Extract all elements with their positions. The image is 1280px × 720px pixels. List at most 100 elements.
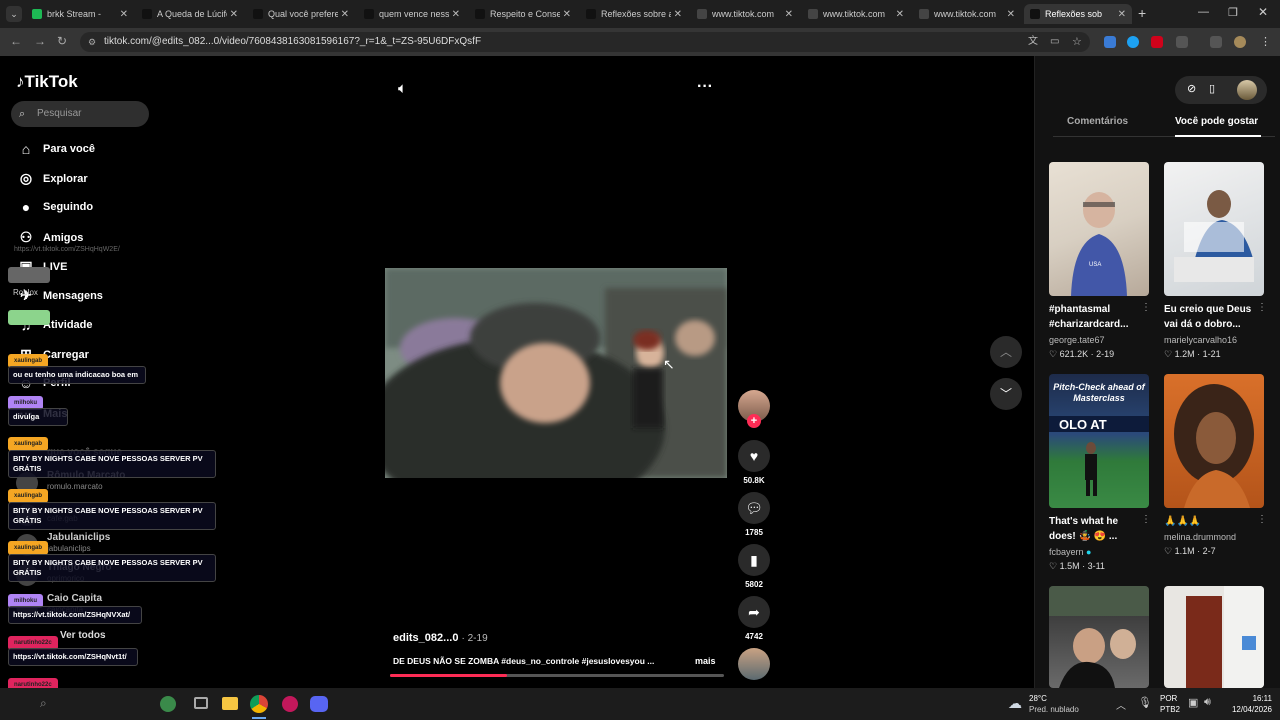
card-more-icon[interactable]: ⋮ [1141, 302, 1151, 313]
search-input[interactable]: ⌕ Pesquisar [11, 101, 149, 127]
video-thumbnail[interactable] [1164, 586, 1264, 688]
tiktok-logo[interactable]: ♪TikTok [16, 72, 78, 92]
card-more-icon[interactable]: ⋮ [1141, 514, 1151, 525]
taskbar-app-icon[interactable] [160, 696, 176, 712]
tab-close-icon[interactable]: ✕ [1007, 9, 1015, 20]
music-disc[interactable] [738, 648, 770, 680]
network-icon[interactable]: ▣ [1188, 696, 1198, 709]
taskbar-app-icon[interactable] [282, 696, 298, 712]
tab-close-icon[interactable]: ✕ [341, 9, 349, 20]
follow-plus-icon[interactable]: + [747, 414, 761, 428]
weather-icon[interactable]: ☁ [1008, 695, 1022, 712]
reload-icon[interactable]: ↻ [57, 34, 67, 48]
tab-close-icon[interactable]: ✕ [563, 9, 571, 20]
scroll-up-button[interactable]: ︿ [990, 336, 1022, 368]
tab-you-may-like[interactable]: Você pode gostar [1175, 116, 1258, 127]
following-name[interactable]: Jabulaniclips [47, 532, 110, 543]
profile-avatar[interactable] [1234, 36, 1246, 48]
search-icon[interactable]: ⌕ [40, 696, 47, 711]
video-thumbnail[interactable]: Pitch-Check ahead of Masterclass OLO AT [1049, 374, 1149, 508]
new-tab-button[interactable]: + [1138, 5, 1146, 21]
tab-comments[interactable]: Comentários [1067, 116, 1128, 127]
tab-close-icon[interactable]: ✕ [674, 9, 682, 20]
browser-tab[interactable]: Reflexões sobre a ✕ [580, 4, 688, 24]
sidebar-item-explorar[interactable]: ◎ Explorar [16, 170, 88, 187]
adblock-icon[interactable] [1151, 36, 1163, 48]
cast-icon[interactable]: ▭ [1050, 32, 1059, 52]
card-more-icon[interactable]: ⋮ [1257, 514, 1267, 525]
clock-time[interactable]: 16:11 [1230, 694, 1272, 703]
clock-date[interactable]: 12/04/2026 [1222, 705, 1272, 714]
card-title[interactable]: That's what he does! 🤹 😍 ... [1049, 514, 1141, 544]
author-avatar[interactable]: + [738, 390, 770, 428]
tray-chevron-icon[interactable]: ︿ [1116, 697, 1126, 712]
see-all-link[interactable]: Ver todos [60, 630, 106, 641]
tab-close-icon[interactable]: ✕ [1118, 9, 1126, 20]
site-info-icon[interactable]: ⚙ [88, 32, 96, 52]
progress-bar[interactable] [390, 674, 724, 677]
video-author[interactable]: edits_082...0 · 2-19 [393, 632, 488, 644]
sidebar-item-amigos[interactable]: ⚇ Amigos [16, 229, 84, 246]
card-username[interactable]: george.tate67 [1049, 335, 1105, 345]
discord-icon[interactable] [310, 696, 328, 712]
browser-tab[interactable]: Qual você prefere ✕ [247, 4, 355, 24]
video-player[interactable]: ↖ [385, 268, 727, 478]
browser-tab[interactable]: quem vence nessa ✕ [358, 4, 466, 24]
card-username[interactable]: fcbayern ● [1049, 547, 1091, 557]
caption-more-link[interactable]: mais [695, 656, 716, 666]
taskview-icon[interactable] [194, 697, 208, 709]
video-thumbnail[interactable] [1164, 374, 1264, 508]
browser-menu-icon[interactable]: ⋮ [1260, 35, 1271, 48]
scroll-down-button[interactable]: ﹀ [990, 378, 1022, 410]
extension-icon[interactable] [1127, 36, 1139, 48]
more-options-icon[interactable]: ··· [697, 78, 713, 96]
compass-icon[interactable]: ⊘ [1187, 82, 1196, 95]
like-button[interactable]: ♥ 50.8K [738, 440, 770, 485]
translate-icon[interactable]: 文 [1028, 32, 1038, 52]
card-more-icon[interactable]: ⋮ [1257, 302, 1267, 313]
tab-close-icon[interactable]: ✕ [785, 9, 793, 20]
video-thumbnail[interactable] [1164, 162, 1264, 296]
comment-button[interactable]: 💬︎ 1785 [738, 492, 770, 537]
keyboard-lang[interactable]: POR [1160, 694, 1177, 703]
browser-tab[interactable]: Respeito e Conse ✕ [469, 4, 577, 24]
back-icon[interactable]: ← [10, 34, 22, 48]
tab-list-icon[interactable]: ⌄ [6, 6, 22, 22]
bookmark-star-icon[interactable]: ☆ [1072, 32, 1082, 52]
reading-list-icon[interactable] [1210, 36, 1222, 48]
sidebar-item-para-voce[interactable]: ⌂ Para você [16, 141, 95, 157]
chrome-icon[interactable] [250, 695, 268, 713]
video-thumbnail[interactable] [1049, 586, 1149, 688]
card-title[interactable]: 🙏🙏🙏 [1164, 514, 1256, 529]
browser-tab[interactable]: brkk Stream - ✕ [26, 4, 134, 24]
tab-close-icon[interactable]: ✕ [120, 9, 128, 20]
volume-tray-icon[interactable]: 🔊︎ [1204, 696, 1211, 709]
minimize-button[interactable]: — [1198, 6, 1209, 18]
browser-tab[interactable]: www.tiktok.com ✕ [802, 4, 910, 24]
url-field[interactable]: ⚙ tiktok.com/@edits_082...0/video/760843… [80, 32, 1090, 52]
volume-icon[interactable]: 🔈︎ [398, 80, 407, 97]
extension-icon[interactable] [1104, 36, 1116, 48]
device-icon[interactable]: ▯ [1209, 82, 1215, 95]
mic-icon[interactable]: 🎙︎ [1138, 696, 1152, 709]
maximize-button[interactable]: ❐ [1228, 6, 1238, 19]
forward-icon[interactable]: → [34, 34, 46, 48]
tab-close-icon[interactable]: ✕ [452, 9, 460, 20]
save-button[interactable]: ▮ 5802 [738, 544, 770, 589]
tab-close-icon[interactable]: ✕ [896, 9, 904, 20]
browser-tab[interactable]: www.tiktok.com ✕ [913, 4, 1021, 24]
card-username[interactable]: marielycarvalho16 [1164, 335, 1237, 345]
file-explorer-icon[interactable] [222, 697, 238, 710]
browser-tab[interactable]: www.tiktok.com ✕ [691, 4, 799, 24]
tab-close-icon[interactable]: ✕ [230, 9, 238, 20]
following-name[interactable]: Caio Capita [47, 593, 102, 604]
close-window-button[interactable]: ✕ [1258, 5, 1268, 19]
video-thumbnail[interactable]: USA [1049, 162, 1149, 296]
user-avatar[interactable] [1237, 80, 1257, 100]
sidebar-item-seguindo[interactable]: ● Seguindo [16, 199, 93, 215]
card-username[interactable]: melina.drummond [1164, 532, 1236, 542]
puzzle-extensions-icon[interactable] [1176, 36, 1188, 48]
share-button[interactable]: ➦ 4742 [738, 596, 770, 641]
card-title[interactable]: Eu creio que Deus vai dá o dobro... [1164, 302, 1256, 332]
browser-tab[interactable]: Reflexões sob ✕ [1024, 4, 1132, 24]
